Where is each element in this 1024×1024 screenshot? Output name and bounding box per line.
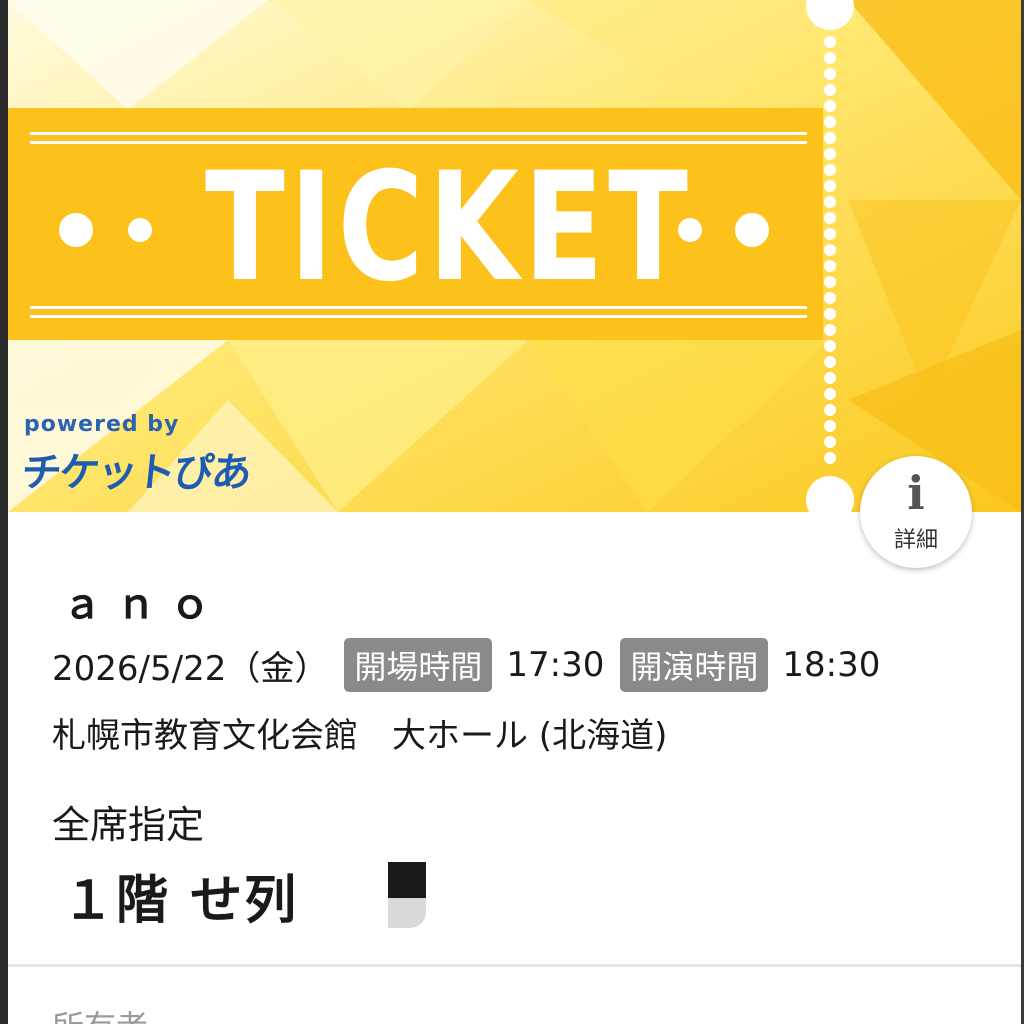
- details-label: 詳細: [893, 528, 938, 553]
- start-time: 18:30: [782, 645, 881, 685]
- venue-name: 札幌市教育文化会館 大ホール (北海道): [52, 716, 668, 756]
- artist-name: ａｎｏ: [62, 582, 224, 628]
- event-datetime: 2026/5/22（金） 開場時間 17:30 開演時間 18:30: [52, 636, 880, 694]
- left-edge: [0, 0, 8, 1024]
- open-time-badge: 開場時間: [344, 638, 493, 692]
- details-button[interactable]: i 詳細: [860, 456, 972, 568]
- event-date: 2026/5/22（金）: [52, 648, 329, 689]
- seat-type: 全席指定: [52, 803, 205, 847]
- ticket-page: TICKET powered by チケットぴあ i 詳細 ａｎｏ 2026/5…: [0, 0, 1024, 1024]
- powered-by-label: powered by: [24, 412, 180, 437]
- owner-label: 所有者: [52, 1002, 148, 1024]
- start-time-badge: 開演時間: [620, 638, 769, 692]
- ticket-banner: TICKET powered by チケットぴあ: [8, 0, 1021, 512]
- ticket-heading: TICKET: [205, 141, 693, 315]
- seat-location: １階 せ列: [62, 871, 299, 931]
- open-time: 17:30: [506, 645, 605, 685]
- info-icon: i: [907, 466, 925, 520]
- seat-number-redacted: [388, 862, 426, 928]
- ticket-pia-logo: チケットぴあ: [19, 450, 252, 496]
- section-divider: [8, 964, 1021, 967]
